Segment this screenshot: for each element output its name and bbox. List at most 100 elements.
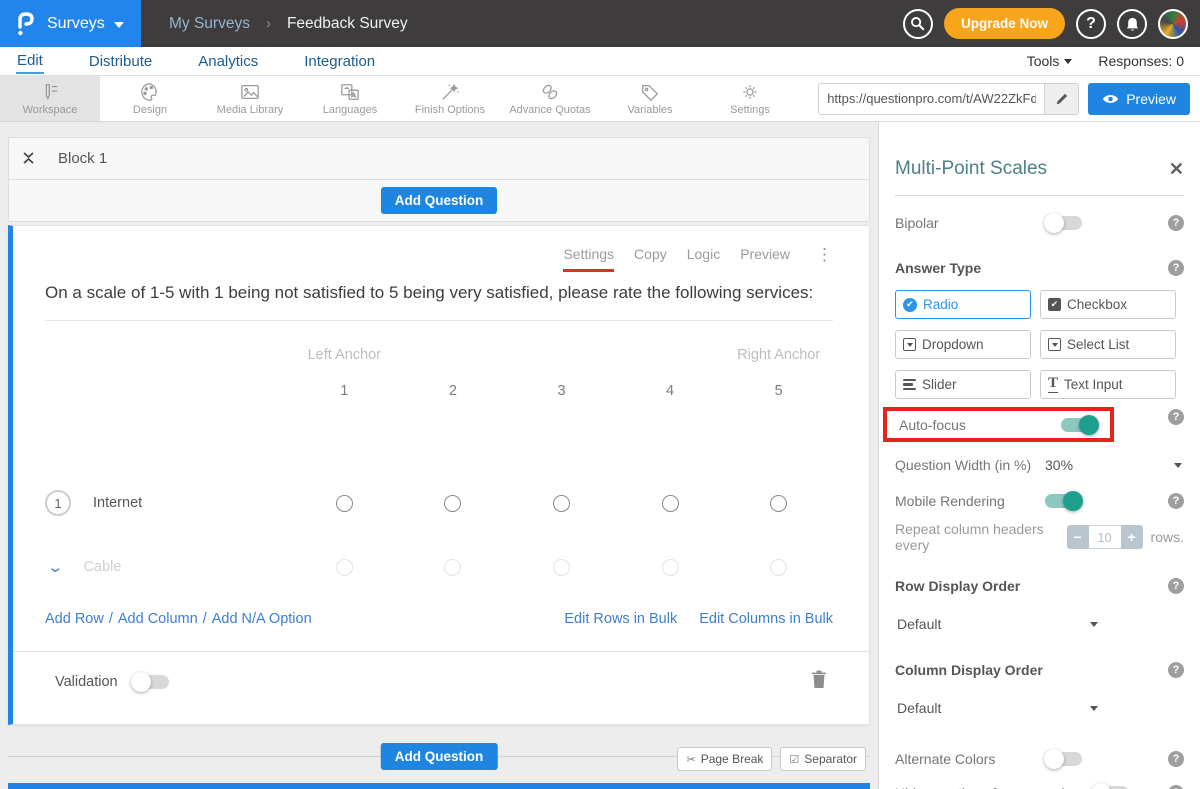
help-button[interactable]: ? (1076, 9, 1106, 39)
left-anchor-label[interactable]: Left Anchor (290, 347, 399, 363)
checkbox-icon: ✔ (1048, 298, 1061, 311)
tab-edit[interactable]: Edit (16, 49, 44, 74)
link-separator: / (203, 611, 207, 627)
survey-url-input[interactable] (819, 84, 1044, 114)
slider-icon (903, 379, 916, 391)
answer-type-slider[interactable]: Slider (895, 370, 1031, 399)
toolbar-item-label: Variables (627, 104, 672, 116)
answer-type-radio[interactable]: ✔ Radio (895, 290, 1031, 319)
increment-button[interactable]: + (1121, 525, 1143, 549)
module-nav-right: Tools Responses: 0 (1027, 53, 1184, 69)
tools-menu[interactable]: Tools (1027, 53, 1073, 69)
add-column-link[interactable]: Add Column (118, 611, 198, 627)
toolbar-item-workspace[interactable]: Workspace (0, 76, 100, 121)
toolbar-item-label: Languages (323, 104, 377, 116)
radio-internet-2[interactable] (444, 495, 461, 512)
auto-focus-toggle[interactable] (1061, 418, 1098, 432)
toolbar-item-label: Workspace (23, 104, 78, 116)
edit-columns-in-bulk-link[interactable]: Edit Columns in Bulk (699, 611, 833, 627)
upgrade-now-button[interactable]: Upgrade Now (944, 8, 1065, 39)
tab-analytics[interactable]: Analytics (197, 50, 259, 73)
radio-cable-5[interactable] (770, 559, 787, 576)
validation-toggle[interactable] (132, 675, 169, 689)
question-text[interactable]: On a scale of 1-5 with 1 being not satis… (45, 280, 825, 306)
radio-cable-3[interactable] (553, 559, 570, 576)
column-header[interactable]: 1 (290, 383, 399, 399)
toolbar-item-languages[interactable]: Languages (300, 76, 400, 121)
column-header[interactable]: 2 (399, 383, 508, 399)
help-icon[interactable]: ? (1168, 409, 1184, 425)
help-icon[interactable]: ? (1168, 260, 1184, 276)
help-icon[interactable]: ? (1168, 493, 1184, 509)
page-break-button[interactable]: ✂ Page Break (677, 747, 772, 771)
mobile-rendering-toggle[interactable] (1045, 494, 1082, 508)
radio-internet-3[interactable] (553, 495, 570, 512)
pencil-icon (1055, 92, 1069, 106)
column-header[interactable]: 5 (724, 383, 833, 399)
decrement-button[interactable]: − (1067, 525, 1089, 549)
question-tab-logic[interactable]: Logic (687, 246, 720, 269)
edit-rows-in-bulk-link[interactable]: Edit Rows in Bulk (564, 611, 677, 627)
question-tab-copy[interactable]: Copy (634, 246, 667, 269)
radio-cable-1[interactable] (336, 559, 353, 576)
tab-integration[interactable]: Integration (303, 50, 376, 73)
question-width-value[interactable]: 30% (1045, 457, 1073, 473)
column-header[interactable]: 4 (616, 383, 725, 399)
radio-internet-4[interactable] (662, 495, 679, 512)
breadcrumb-my-surveys[interactable]: My Surveys (169, 15, 250, 33)
toolbar-item-settings[interactable]: Settings (700, 76, 800, 121)
help-icon[interactable]: ? (1168, 751, 1184, 767)
alternate-colors-toggle[interactable] (1045, 752, 1082, 766)
help-icon[interactable]: ? (1168, 578, 1184, 594)
radio-internet-1[interactable] (336, 495, 353, 512)
help-icon[interactable]: ? (1168, 215, 1184, 231)
bipolar-row: Bipolar ? (895, 212, 1184, 234)
answer-type-text-input[interactable]: T Text Input (1040, 370, 1176, 399)
avatar[interactable] (1158, 9, 1188, 39)
row-display-order-select[interactable]: Default (895, 614, 1100, 634)
delete-question-button[interactable] (811, 670, 827, 694)
repeat-headers-input[interactable] (1089, 525, 1121, 549)
answer-type-checkbox[interactable]: ✔ Checkbox (1040, 290, 1176, 319)
column-display-order-select[interactable]: Default (895, 698, 1100, 718)
radio-internet-5[interactable] (770, 495, 787, 512)
help-icon[interactable]: ? (1168, 662, 1184, 678)
chevron-down-icon[interactable]: ⌄ (46, 558, 64, 576)
toolbar-item-advance-quotas[interactable]: Advance Quotas (500, 76, 600, 121)
preview-button[interactable]: Preview (1088, 83, 1190, 115)
add-row-link[interactable]: Add Row (45, 611, 104, 627)
sidebar-divider (895, 195, 1184, 196)
toolbar-item-finish-options[interactable]: Finish Options (400, 76, 500, 121)
bipolar-toggle[interactable] (1045, 216, 1082, 230)
row-label[interactable]: Cable (84, 559, 122, 575)
add-na-option-link[interactable]: Add N/A Option (212, 611, 312, 627)
row-label[interactable]: Internet (93, 495, 142, 511)
add-question-button-bottom[interactable]: Add Question (381, 743, 498, 770)
chevron-down-icon[interactable] (1174, 463, 1182, 468)
question-tab-settings[interactable]: Settings (563, 246, 614, 272)
column-header[interactable]: 3 (507, 383, 616, 399)
text-input-icon: T (1048, 376, 1058, 393)
help-icon[interactable]: ? (1168, 785, 1184, 789)
repeat-headers-label: Repeat column headers every (895, 521, 1055, 553)
close-icon[interactable]: ✕ (1169, 159, 1184, 180)
toolbar-item-variables[interactable]: Variables (600, 76, 700, 121)
product-switcher[interactable]: Surveys (0, 0, 141, 47)
add-question-button-top[interactable]: Add Question (381, 187, 498, 214)
toolbar-item-media-library[interactable]: Media Library (200, 76, 300, 121)
radio-selected-icon: ✔ (903, 298, 917, 312)
radio-cable-4[interactable] (662, 559, 679, 576)
question-tab-preview[interactable]: Preview (740, 246, 790, 269)
collapse-block-icon[interactable] (23, 152, 34, 164)
answer-type-dropdown[interactable]: Dropdown (895, 330, 1031, 359)
search-button[interactable] (903, 9, 933, 39)
edit-url-button[interactable] (1044, 84, 1078, 114)
question-more-menu-icon[interactable]: ⋮ (816, 246, 833, 263)
toolbar-item-design[interactable]: Design (100, 76, 200, 121)
radio-cable-2[interactable] (444, 559, 461, 576)
tab-distribute[interactable]: Distribute (88, 50, 153, 73)
answer-type-select-list[interactable]: Select List (1040, 330, 1176, 359)
right-anchor-label[interactable]: Right Anchor (724, 347, 833, 363)
separator-button[interactable]: ☑ Separator (780, 747, 866, 771)
notifications-button[interactable] (1117, 9, 1147, 39)
